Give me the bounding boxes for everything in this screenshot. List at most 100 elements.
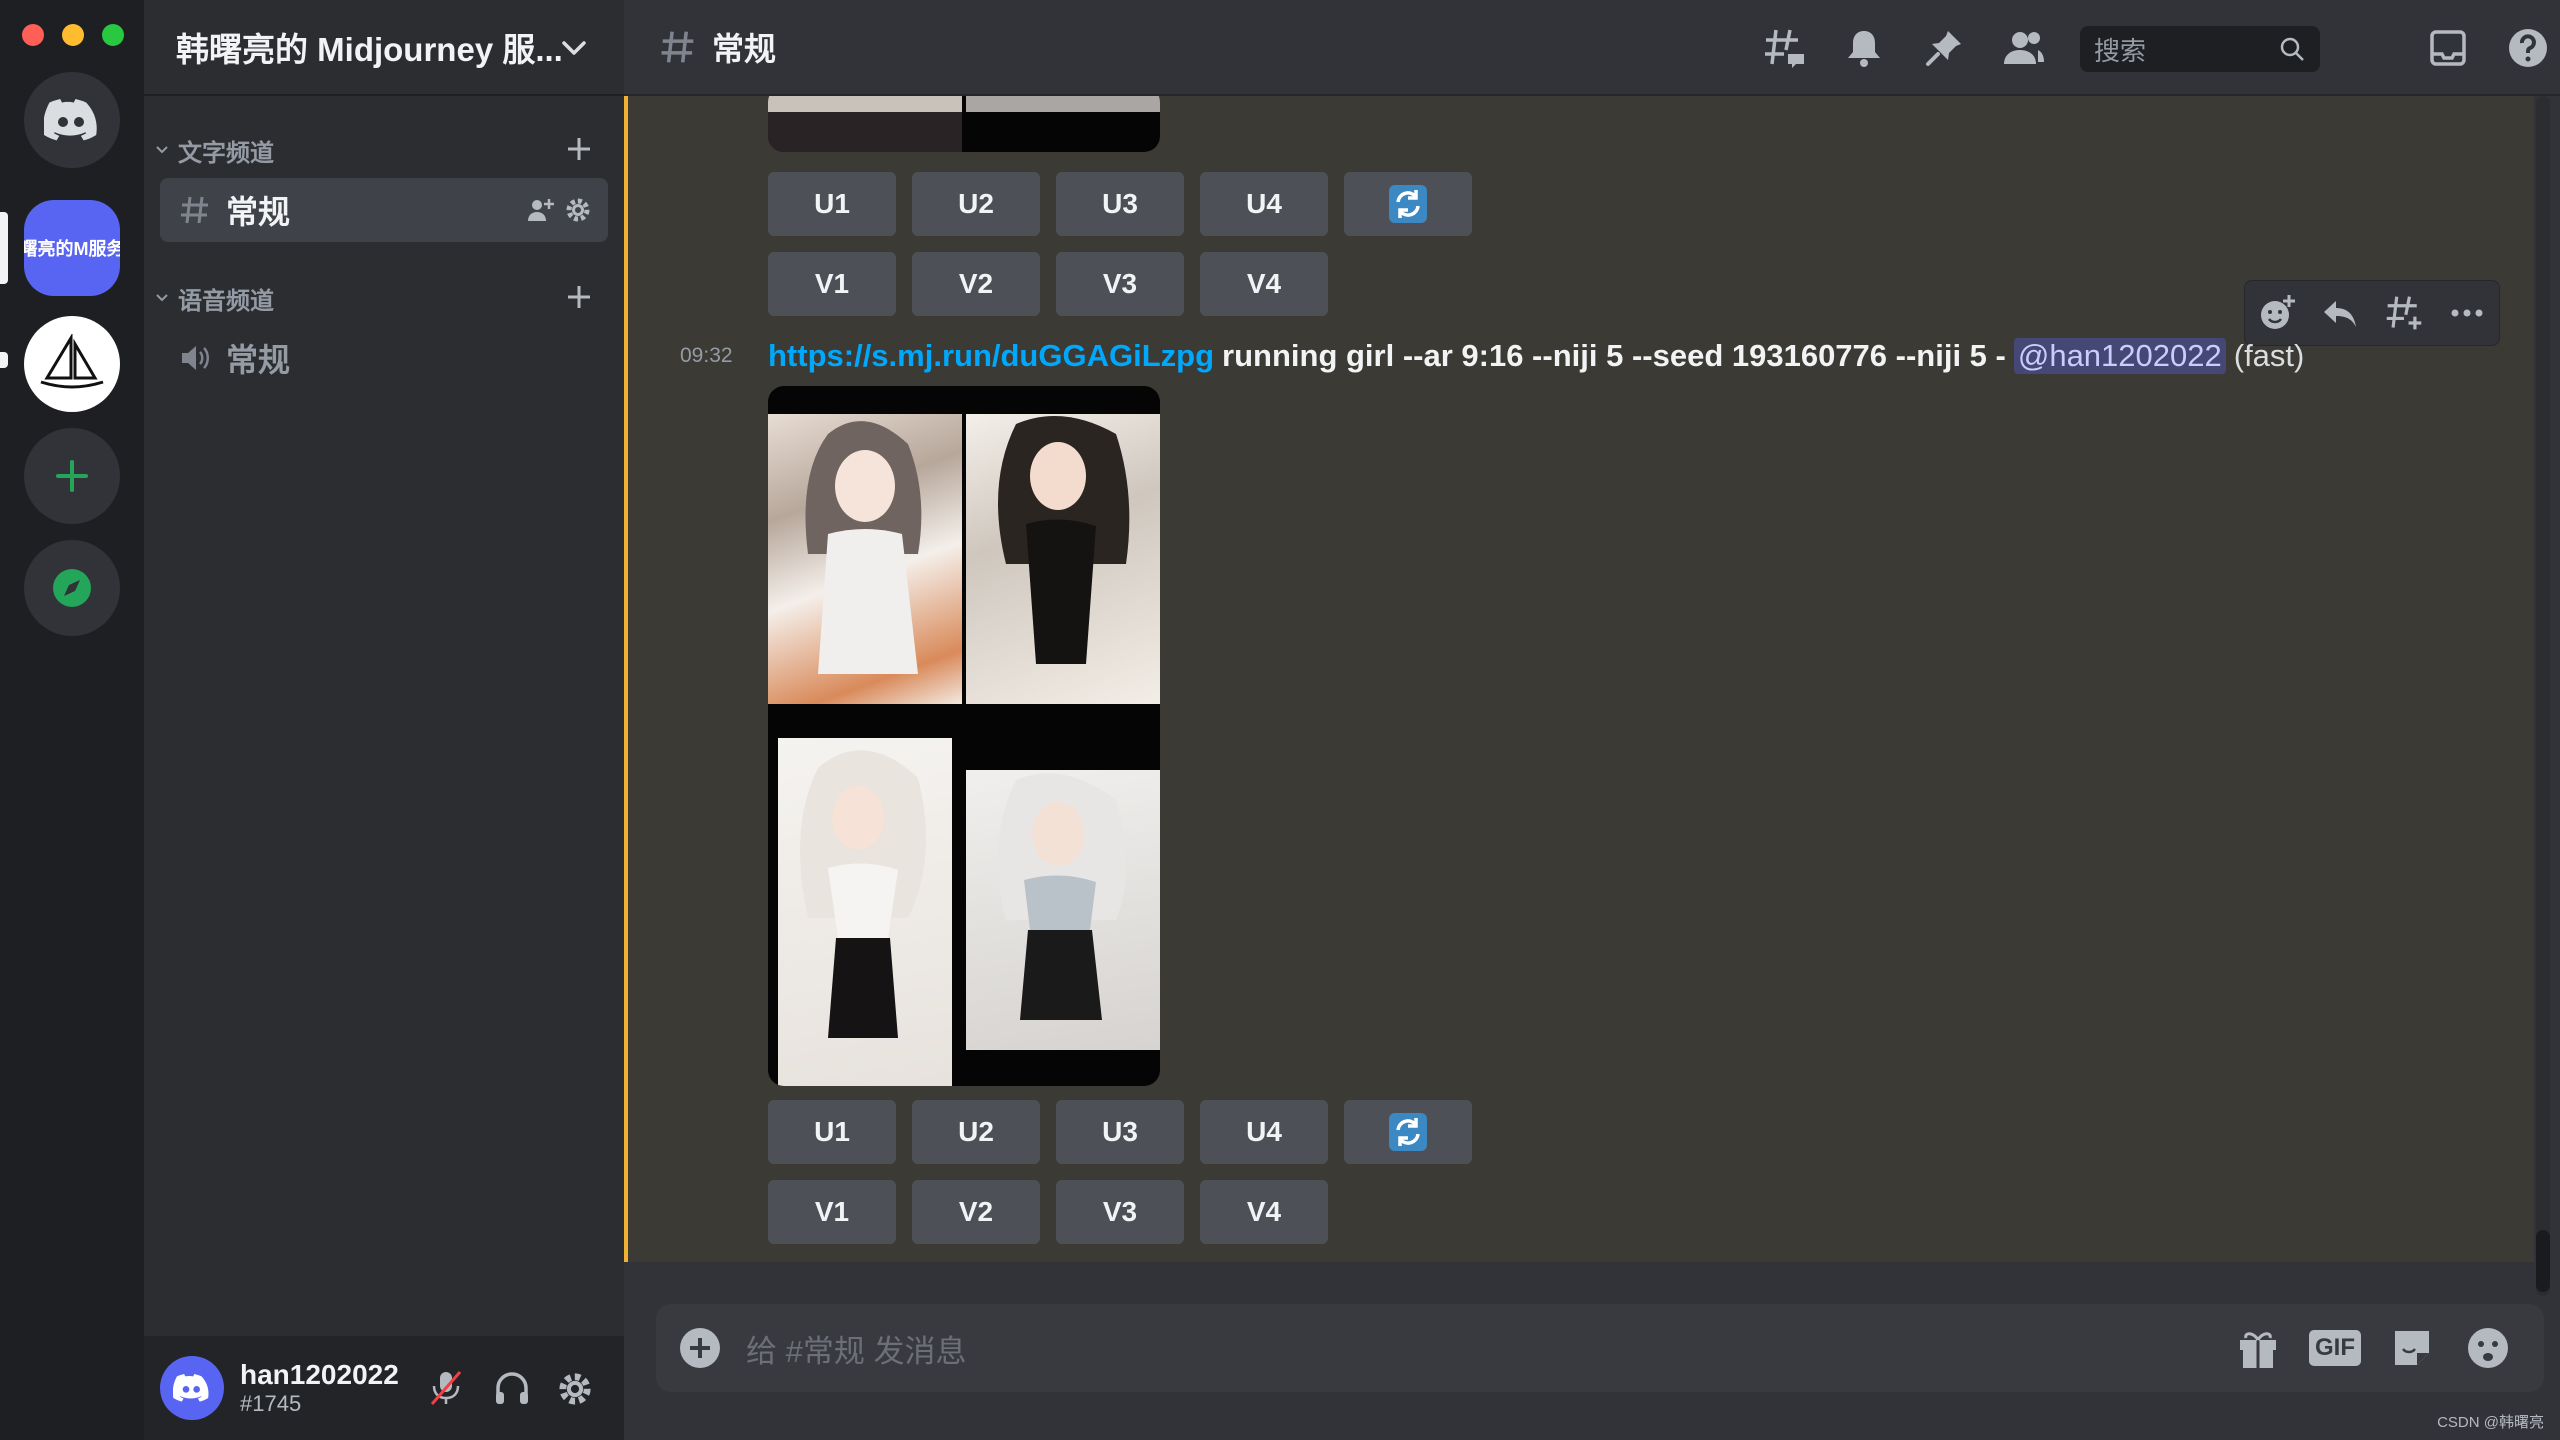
avatar[interactable] bbox=[160, 1356, 224, 1420]
girl-illustration-image bbox=[998, 416, 1130, 664]
upscale-3-button[interactable]: U3 bbox=[1056, 172, 1184, 236]
category-label: 文字频道 bbox=[178, 139, 274, 167]
user-info[interactable]: han1202022 #1745 bbox=[240, 1359, 399, 1417]
reply-icon[interactable] bbox=[2320, 293, 2360, 333]
threads-button[interactable] bbox=[1760, 24, 1808, 72]
variation-2-button[interactable]: V2 bbox=[912, 252, 1040, 316]
previous-image-grid[interactable] bbox=[768, 96, 1160, 152]
variation-2-button[interactable]: V2 bbox=[912, 1180, 1040, 1244]
guild-header[interactable]: 韩曙亮的 Midjourney 服... bbox=[144, 0, 624, 96]
channel-label: 常规 bbox=[226, 194, 291, 230]
midjourney-server-button[interactable] bbox=[24, 316, 120, 412]
more-options-icon[interactable] bbox=[2447, 293, 2487, 333]
channel-label: 常规 bbox=[226, 342, 291, 378]
direct-messages-button[interactable] bbox=[24, 72, 120, 168]
girl-illustration-image bbox=[998, 773, 1126, 1020]
member-list-button[interactable] bbox=[2000, 24, 2048, 72]
gif-button[interactable]: GIF bbox=[2308, 1324, 2362, 1372]
upscale-2-button[interactable]: U2 bbox=[912, 1100, 1040, 1164]
voice-channel-item-general[interactable]: 常规 bbox=[160, 326, 608, 390]
message-content: https://s.mj.run/duGGAGiLzpg running gir… bbox=[768, 336, 2304, 376]
upscale-1-button[interactable]: U1 bbox=[768, 172, 896, 236]
plus-icon bbox=[56, 460, 88, 492]
search-input[interactable]: 搜索 bbox=[2080, 26, 2320, 72]
attach-plus-icon[interactable] bbox=[678, 1326, 722, 1370]
girl-illustration-image bbox=[800, 750, 926, 1038]
chevron-down-icon bbox=[156, 146, 168, 154]
discord-logo-icon bbox=[173, 1374, 209, 1402]
image-cell bbox=[768, 414, 962, 704]
variation-4-button[interactable]: V4 bbox=[1200, 252, 1328, 316]
emoji-button[interactable] bbox=[2464, 1324, 2512, 1372]
hash-icon bbox=[661, 31, 694, 63]
channel-item-general[interactable]: 常规 bbox=[160, 178, 608, 242]
message-list[interactable]: U1 U2 U3 U4 V1 V2 V3 V4 09:32 https://s.… bbox=[624, 96, 2534, 1262]
message-composer[interactable]: 给 #常规 发消息 GIF bbox=[656, 1304, 2544, 1392]
reroll-button[interactable] bbox=[1344, 1100, 1472, 1164]
image-cell bbox=[768, 112, 962, 152]
headphones-icon[interactable] bbox=[492, 1368, 532, 1408]
voice-channels-category[interactable]: 语音频道 bbox=[154, 278, 614, 318]
variation-3-button[interactable]: V3 bbox=[1056, 252, 1184, 316]
add-reaction-icon[interactable] bbox=[2257, 293, 2297, 333]
variation-3-button[interactable]: V3 bbox=[1056, 1180, 1184, 1244]
message-input-placeholder: 给 #常规 发消息 bbox=[746, 1333, 967, 1369]
channel-sidebar: 韩曙亮的 Midjourney 服... 文字频道 常规 语音频道 常规 han… bbox=[144, 0, 624, 1440]
chevron-down-icon bbox=[156, 294, 168, 302]
gift-button[interactable] bbox=[2234, 1324, 2282, 1372]
compass-icon bbox=[53, 569, 91, 607]
reroll-icon bbox=[1389, 185, 1427, 223]
server-icon-active[interactable]: 曙亮的M服务 bbox=[24, 200, 120, 296]
upscale-4-button[interactable]: U4 bbox=[1200, 1100, 1328, 1164]
variation-1-button[interactable]: V1 bbox=[768, 1180, 896, 1244]
gear-icon[interactable] bbox=[564, 196, 592, 224]
minimize-window-button[interactable] bbox=[62, 24, 84, 46]
image-cell bbox=[966, 770, 1160, 1050]
add-server-button[interactable] bbox=[24, 428, 120, 524]
channel-header: 常规 搜索 bbox=[624, 0, 2560, 96]
girl-illustration-image bbox=[805, 421, 922, 674]
upscale-1-button[interactable]: U1 bbox=[768, 1100, 896, 1164]
scrollbar-track[interactable] bbox=[2536, 96, 2550, 1296]
user-settings-gear-icon[interactable] bbox=[556, 1370, 594, 1408]
guild-name: 韩曙亮的 Midjourney 服... bbox=[176, 31, 563, 68]
zoom-window-button[interactable] bbox=[102, 24, 124, 46]
image-link[interactable]: https://s.mj.run/duGGAGiLzpg bbox=[768, 338, 1214, 374]
reroll-icon bbox=[1389, 1113, 1427, 1151]
notification-settings-button[interactable] bbox=[1840, 24, 1888, 72]
gif-label: GIF bbox=[2309, 1330, 2361, 1366]
generated-image-grid[interactable] bbox=[768, 386, 1160, 1086]
chat-area: 常规 搜索 U1 U2 U3 U4 V1 V2 V3 V4 09:32 http… bbox=[624, 0, 2560, 1440]
text-channels-category[interactable]: 文字频道 bbox=[154, 130, 614, 170]
username: han1202022 bbox=[240, 1359, 399, 1390]
create-channel-icon[interactable] bbox=[564, 134, 594, 164]
sticker-button[interactable] bbox=[2388, 1324, 2436, 1372]
explore-servers-button[interactable] bbox=[24, 540, 120, 636]
upscale-4-button[interactable]: U4 bbox=[1200, 172, 1328, 236]
create-thread-icon[interactable] bbox=[2384, 293, 2424, 333]
variation-4-button[interactable]: V4 bbox=[1200, 1180, 1328, 1244]
pinned-messages-button[interactable] bbox=[1920, 24, 1968, 72]
create-channel-icon[interactable] bbox=[564, 282, 594, 312]
mute-microphone-icon[interactable] bbox=[428, 1368, 464, 1408]
close-window-button[interactable] bbox=[22, 24, 44, 46]
image-cell bbox=[966, 96, 1160, 112]
hash-icon bbox=[181, 196, 208, 224]
inbox-button[interactable] bbox=[2424, 24, 2472, 72]
inbox-icon bbox=[2430, 30, 2466, 66]
variation-1-button[interactable]: V1 bbox=[768, 252, 896, 316]
invite-user-icon[interactable] bbox=[526, 195, 556, 225]
gift-icon bbox=[2240, 1332, 2276, 1368]
user-mention[interactable]: @han1202022 bbox=[2013, 338, 2226, 374]
mention-highlight-bar bbox=[624, 96, 628, 1262]
chevron-down-icon bbox=[562, 41, 586, 55]
speaker-icon bbox=[182, 346, 209, 370]
upscale-2-button[interactable]: U2 bbox=[912, 172, 1040, 236]
scrollbar-thumb[interactable] bbox=[2536, 1230, 2550, 1292]
discord-logo-icon bbox=[44, 99, 97, 141]
help-button[interactable] bbox=[2504, 24, 2552, 72]
upscale-3-button[interactable]: U3 bbox=[1056, 1100, 1184, 1164]
bell-icon bbox=[1848, 31, 1880, 67]
category-label: 语音频道 bbox=[178, 287, 274, 315]
reroll-button[interactable] bbox=[1344, 172, 1472, 236]
